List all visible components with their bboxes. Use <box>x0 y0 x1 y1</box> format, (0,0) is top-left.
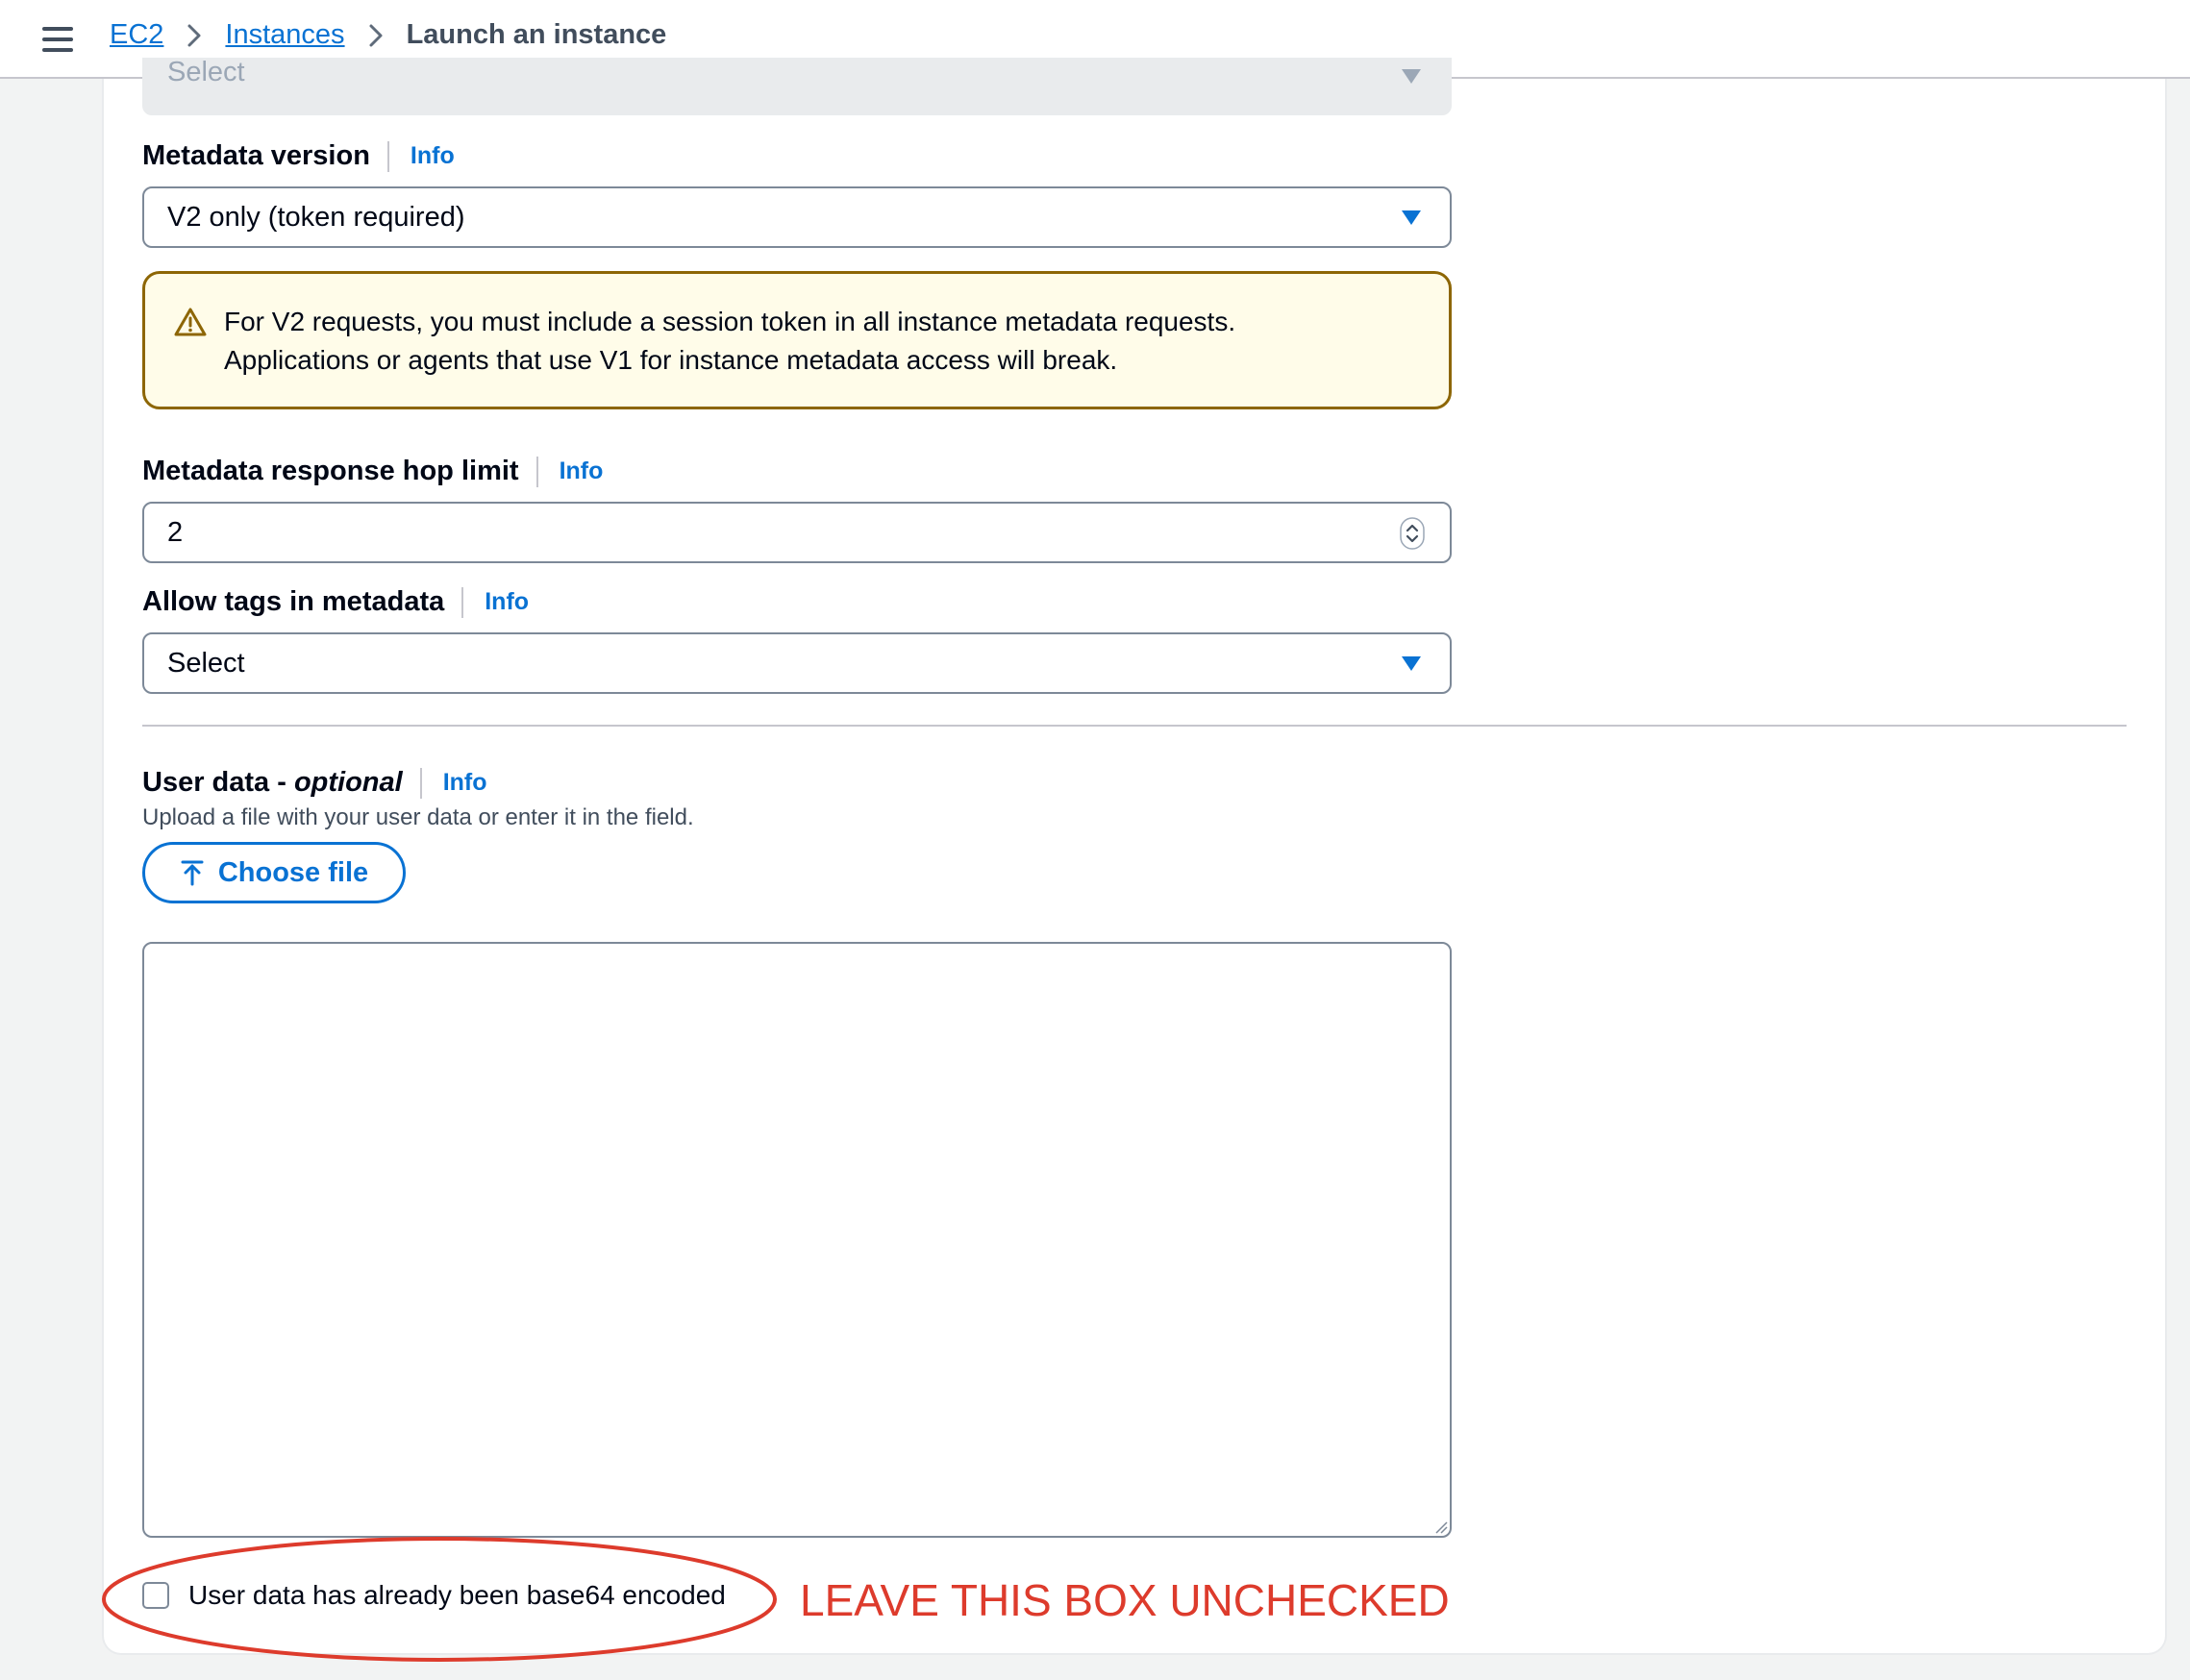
stepper-icon[interactable] <box>1400 517 1425 550</box>
resize-handle-icon[interactable] <box>1432 1519 1448 1534</box>
chevron-right-icon <box>368 23 384 48</box>
label-divider <box>386 140 389 172</box>
metadata-version-label-row: Metadata version Info <box>142 140 455 172</box>
user-data-label: User data <box>142 767 270 798</box>
user-data-description: Upload a file with your user data or ent… <box>142 804 694 830</box>
breadcrumb-current-page: Launch an instance <box>406 19 667 50</box>
disabled-select: Select <box>142 56 1452 115</box>
warning-alert: For V2 requests, you must include a sess… <box>142 271 1452 409</box>
choose-file-label: Choose file <box>217 856 369 888</box>
user-data-field: User data - optional Info Upload a file … <box>142 767 694 831</box>
disabled-select-placeholder: Select <box>167 56 245 87</box>
section-divider <box>142 725 2127 727</box>
metadata-version-info-link[interactable]: Info <box>411 142 455 170</box>
annotation-ellipse <box>102 1537 777 1662</box>
hop-limit-input[interactable]: 2 <box>142 502 1452 563</box>
allow-tags-value: Select <box>167 647 245 679</box>
menu-icon[interactable] <box>42 27 73 52</box>
user-data-optional: optional <box>293 767 403 798</box>
warning-icon <box>174 308 207 336</box>
breadcrumb: EC2 Instances Launch an instance <box>110 19 666 51</box>
warning-alert-text: For V2 requests, you must include a sess… <box>224 303 1235 380</box>
hop-limit-info-link[interactable]: Info <box>560 457 604 485</box>
hop-limit-label-row: Metadata response hop limit Info <box>142 456 603 487</box>
caret-down-icon <box>1402 210 1421 225</box>
label-divider <box>535 456 538 487</box>
caret-down-icon <box>1402 69 1421 84</box>
breadcrumb-ec2-link[interactable]: EC2 <box>110 19 163 51</box>
metadata-version-select[interactable]: V2 only (token required) <box>142 186 1452 248</box>
hop-limit-value: 2 <box>167 516 184 548</box>
upload-icon <box>181 860 204 886</box>
allow-tags-label-row: Allow tags in metadata Info <box>142 586 529 618</box>
metadata-version-value: V2 only (token required) <box>167 201 465 233</box>
allow-tags-select[interactable]: Select <box>142 632 1452 694</box>
metadata-version-field: Metadata version Info <box>142 140 455 172</box>
allow-tags-info-link[interactable]: Info <box>485 588 529 616</box>
allow-tags-label: Allow tags in metadata <box>142 586 445 617</box>
warning-alert-line-2: Applications or agents that use V1 for i… <box>224 345 1118 375</box>
caret-down-icon <box>1402 656 1421 671</box>
user-data-textarea[interactable] <box>142 942 1452 1538</box>
annotation-text: LEAVE THIS BOX UNCHECKED <box>800 1575 1450 1625</box>
allow-tags-field: Allow tags in metadata Info <box>142 586 529 618</box>
metadata-version-label: Metadata version <box>142 140 370 171</box>
breadcrumb-instances-link[interactable]: Instances <box>225 19 344 51</box>
user-data-label-row: User data - optional Info <box>142 767 694 799</box>
hop-limit-label: Metadata response hop limit <box>142 456 519 486</box>
label-divider <box>461 586 464 618</box>
choose-file-button[interactable]: Choose file <box>142 842 406 903</box>
user-data-info-link[interactable]: Info <box>443 769 487 797</box>
warning-alert-line-1: For V2 requests, you must include a sess… <box>224 307 1236 336</box>
chevron-right-icon <box>187 23 202 48</box>
user-data-label-dash: - <box>269 767 294 798</box>
label-divider <box>419 767 422 799</box>
hop-limit-field: Metadata response hop limit Info <box>142 456 603 487</box>
